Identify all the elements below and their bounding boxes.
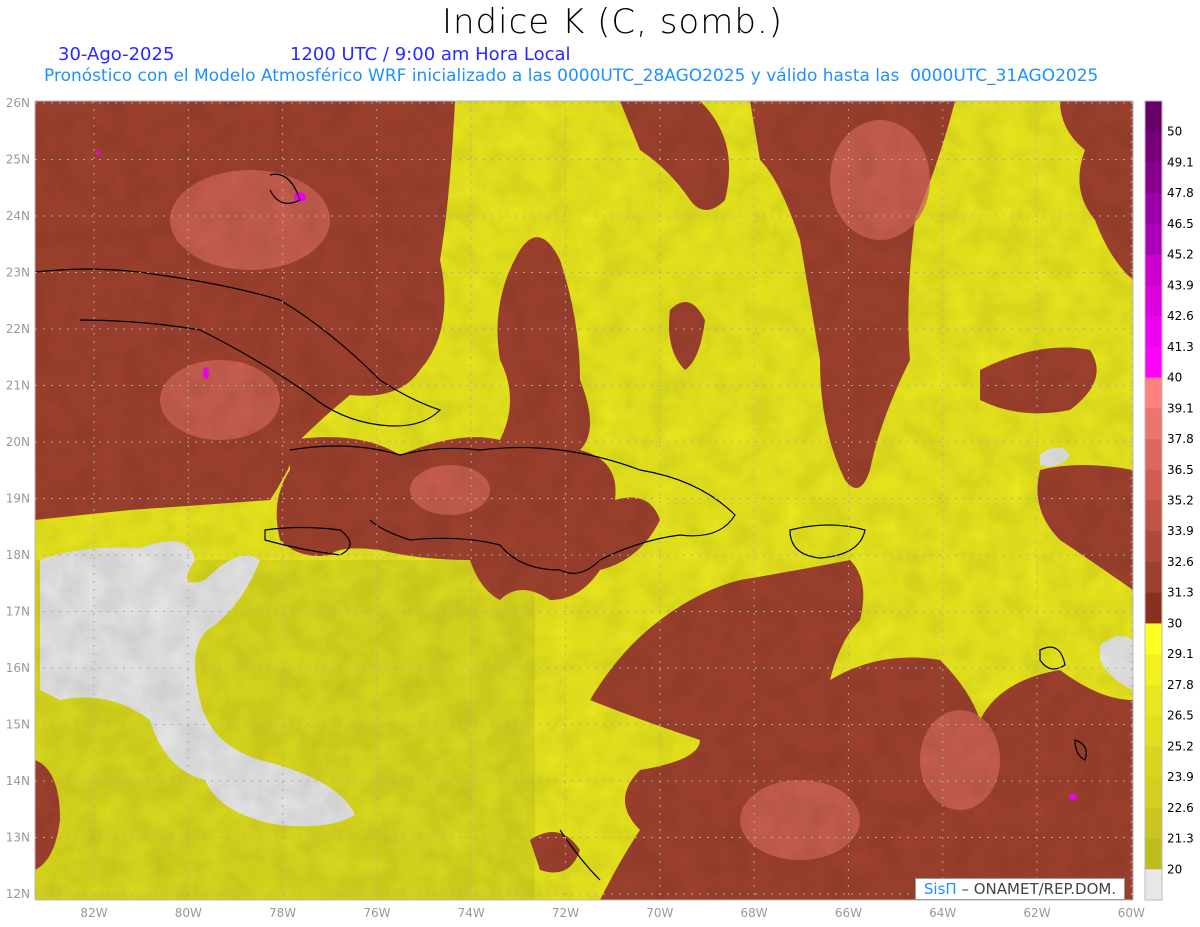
colorbar-cell <box>1145 807 1162 840</box>
lon-label: 70W <box>646 906 673 920</box>
lat-label: 24N <box>6 209 30 223</box>
colorbar-cell <box>1145 254 1162 286</box>
colorbar-cell <box>1145 838 1162 870</box>
colorbar-label: 42.6 <box>1167 309 1194 323</box>
colorbar-label: 22.6 <box>1167 801 1194 815</box>
longitude-labels: 82W 80W 78W 76W 74W 72W 70W 68W 66W 64W 62W 60W <box>80 906 1145 920</box>
lon-label: 76W <box>363 906 390 920</box>
lon-label: 68W <box>741 906 768 920</box>
colorbar-cell <box>1145 316 1162 348</box>
forecast-time: 1200 UTC / 9:00 am Hora Local <box>290 44 571 65</box>
colorbar-label: 30 <box>1167 616 1182 630</box>
lat-label: 23N <box>6 266 30 280</box>
lon-label: 80W <box>175 906 202 920</box>
lat-label: 12N <box>6 887 30 901</box>
colorbar-label: 40 <box>1167 371 1182 385</box>
colorbar-label: 33.9 <box>1167 524 1194 538</box>
colorbar-cell <box>1145 684 1162 717</box>
colorbar-cell <box>1145 285 1162 317</box>
colorbar-label: 45.2 <box>1167 248 1194 262</box>
colorbar-cell <box>1145 439 1162 471</box>
sispi-logo: SisΠ <box>923 880 957 898</box>
colorbar-label: 21.3 <box>1167 832 1194 846</box>
colorbar-label: 49.1 <box>1167 155 1194 169</box>
colorbar-label: 47.8 <box>1167 186 1194 200</box>
colorbar-label: 43.9 <box>1167 278 1194 292</box>
colorbar-cell <box>1145 654 1162 686</box>
lon-label: 60W <box>1118 906 1145 920</box>
lon-label: 74W <box>458 906 485 920</box>
lat-label: 16N <box>6 661 30 675</box>
colorbar-cell <box>1145 469 1162 501</box>
colorbar: 50 49.1 47.8 46.5 45.2 43.9 42.6 41.3 40 39.1 37.8… <box>1144 100 1194 901</box>
credit-text: – ONAMET/REP.DOM. <box>961 880 1117 898</box>
forecast-subtitle: Pronóstico con el Modelo Atmosférico WRF… <box>44 66 1099 86</box>
colorbar-label: 36.5 <box>1167 463 1194 477</box>
lat-label: 14N <box>6 774 30 788</box>
lat-label: 26N <box>6 96 30 110</box>
lon-label: 64W <box>929 906 956 920</box>
colorbar-label: 37.8 <box>1167 432 1194 446</box>
latitude-labels: 26N 25N 24N 23N 22N 21N 20N 19N 18N 17N 16N 15N 14N 1… <box>6 96 30 901</box>
colorbar-label: 39.1 <box>1167 401 1194 415</box>
lon-label: 66W <box>835 906 862 920</box>
lat-label: 15N <box>6 718 30 732</box>
colorbar-label: 46.5 <box>1167 217 1194 231</box>
lat-label: 21N <box>6 379 30 393</box>
lat-label: 19N <box>6 492 30 506</box>
colorbar-cell <box>1145 623 1162 655</box>
lat-label: 25N <box>6 153 30 167</box>
colorbar-label: 32.6 <box>1167 555 1194 569</box>
credit-box: SisΠ – ONAMET/REP.DOM. <box>915 878 1125 900</box>
colorbar-label: 26.5 <box>1167 709 1194 723</box>
texture <box>35 101 1133 900</box>
lat-label: 17N <box>6 605 30 619</box>
colorbar-cell <box>1145 715 1162 747</box>
colorbar-label: 23.9 <box>1167 770 1194 784</box>
colorbar-label: 29.1 <box>1167 647 1194 661</box>
forecast-date: 30-Ago-2025 <box>58 44 175 65</box>
colorbar-label: 50 <box>1167 125 1182 139</box>
colorbar-cell <box>1145 531 1162 563</box>
colorbar-cell <box>1145 131 1162 163</box>
lat-label: 18N <box>6 548 30 562</box>
colorbar-label: 20 <box>1167 862 1182 876</box>
lat-label: 13N <box>6 831 30 845</box>
colorbar-cell <box>1145 193 1162 225</box>
colorbar-cell <box>1145 162 1162 194</box>
lon-label: 72W <box>552 906 579 920</box>
colorbar-cell <box>1145 869 1162 901</box>
colorbar-cell <box>1145 777 1162 809</box>
colorbar-label: 41.3 <box>1167 340 1194 354</box>
colorbar-cell <box>1145 101 1162 133</box>
lon-label: 78W <box>269 906 296 920</box>
lat-label: 22N <box>6 322 30 336</box>
map-field <box>35 101 1133 900</box>
k-index-map: 26N 25N 24N 23N 22N 21N 20N 19N 18N 17N 16N 15N 14N 1… <box>6 96 1194 920</box>
colorbar-cell <box>1145 561 1162 594</box>
colorbar-cell <box>1145 223 1162 256</box>
map-title: Indice K (C, somb.) <box>441 2 784 42</box>
colorbar-cell <box>1145 592 1162 624</box>
lat-label: 20N <box>6 435 30 449</box>
colorbar-label: 35.2 <box>1167 494 1194 508</box>
lon-label: 82W <box>80 906 107 920</box>
colorbar-cell <box>1145 346 1162 379</box>
colorbar-label: 27.8 <box>1167 678 1194 692</box>
colorbar-label: 31.3 <box>1167 586 1194 600</box>
colorbar-cell <box>1145 500 1162 532</box>
colorbar-cell <box>1145 746 1162 778</box>
colorbar-cell <box>1145 377 1162 409</box>
lon-label: 62W <box>1023 906 1050 920</box>
colorbar-cell <box>1145 408 1162 440</box>
colorbar-label: 25.2 <box>1167 739 1194 753</box>
